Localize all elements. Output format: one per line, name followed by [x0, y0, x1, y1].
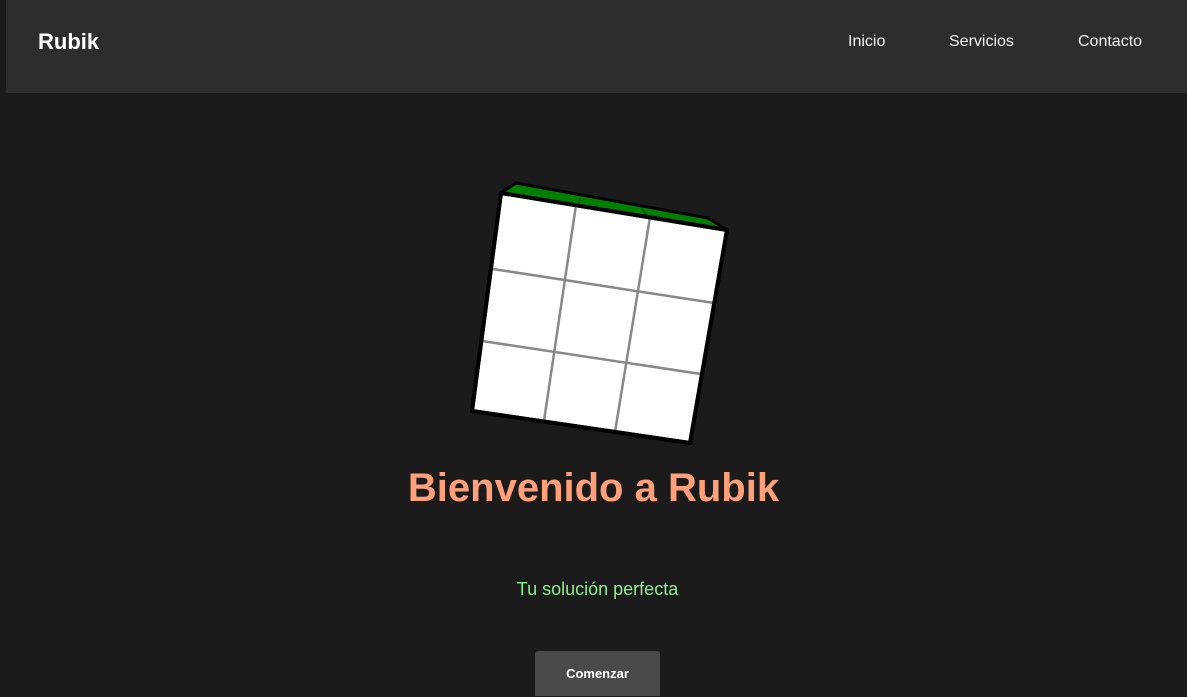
navbar: Rubik Inicio Servicios Contacto	[6, 0, 1187, 93]
rubik-cube-graphic	[460, 175, 740, 460]
comenzar-button[interactable]: Comenzar	[535, 651, 660, 696]
nav-link-contacto[interactable]: Contacto	[1078, 33, 1142, 51]
nav-link-servicios[interactable]: Servicios	[949, 33, 1014, 51]
hero-subtitle: Tu solución perfecta	[516, 579, 679, 599]
nav-link-inicio[interactable]: Inicio	[848, 33, 885, 51]
cube-front-face	[470, 191, 729, 445]
brand-logo[interactable]: Rubik	[38, 29, 99, 55]
rubik-cube-icon	[470, 181, 729, 445]
hero-title: Bienvenido a Rubik	[407, 466, 780, 510]
